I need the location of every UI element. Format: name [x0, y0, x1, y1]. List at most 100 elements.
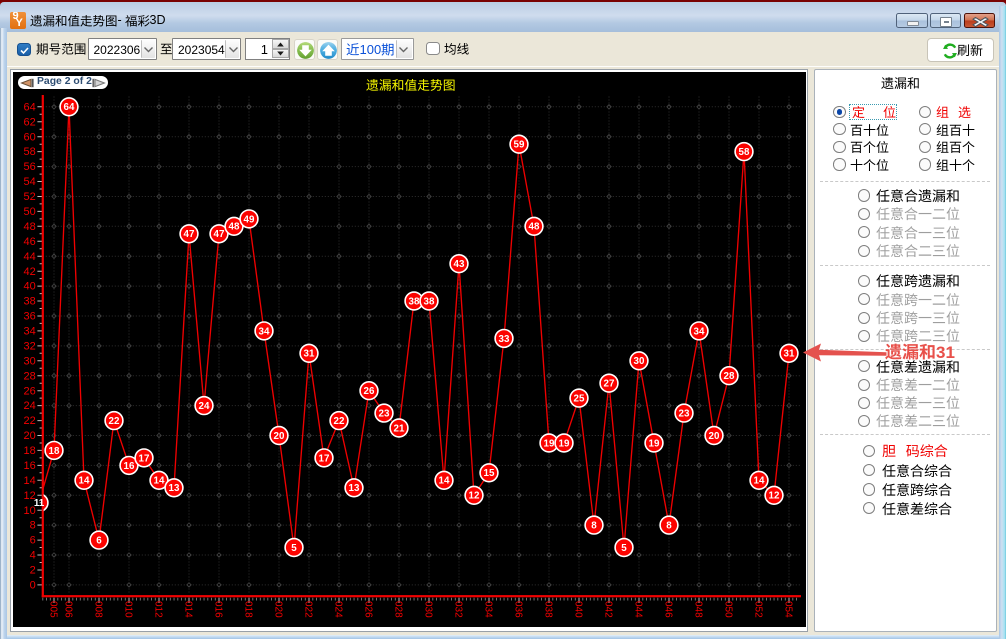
- svg-text:6: 6: [30, 535, 36, 547]
- svg-text:24: 24: [199, 401, 210, 412]
- svg-text:5: 5: [621, 543, 627, 554]
- svg-text:005: 005: [48, 601, 59, 618]
- svg-text:58: 58: [739, 147, 750, 158]
- svg-text:58: 58: [24, 146, 36, 158]
- svg-text:52: 52: [24, 191, 36, 203]
- svg-text:008: 008: [93, 601, 104, 618]
- svg-text:17: 17: [319, 453, 330, 464]
- svg-text:038: 038: [543, 601, 554, 618]
- svg-text:34: 34: [694, 326, 705, 337]
- svg-text:19: 19: [649, 438, 660, 449]
- svg-text:16: 16: [124, 461, 135, 472]
- svg-text:59: 59: [514, 140, 525, 151]
- svg-text:56: 56: [24, 161, 36, 173]
- svg-text:046: 046: [663, 601, 674, 618]
- svg-text:054: 054: [783, 601, 794, 618]
- svg-text:47: 47: [184, 229, 195, 240]
- svg-text:14: 14: [24, 475, 36, 487]
- svg-text:14: 14: [154, 476, 165, 487]
- svg-text:2: 2: [30, 565, 36, 577]
- svg-text:022: 022: [303, 601, 314, 618]
- svg-text:050: 050: [723, 601, 734, 618]
- svg-text:8: 8: [30, 520, 36, 532]
- svg-text:47: 47: [214, 229, 225, 240]
- svg-text:12: 12: [469, 491, 480, 502]
- svg-text:25: 25: [574, 394, 585, 405]
- svg-text:23: 23: [379, 409, 390, 420]
- svg-text:19: 19: [544, 438, 555, 449]
- svg-text:38: 38: [424, 296, 435, 307]
- svg-text:042: 042: [603, 601, 614, 618]
- svg-text:62: 62: [24, 116, 36, 128]
- svg-text:24: 24: [24, 400, 36, 412]
- svg-text:60: 60: [24, 131, 36, 143]
- svg-text:48: 48: [229, 222, 240, 233]
- svg-text:42: 42: [24, 266, 36, 278]
- svg-text:15: 15: [484, 468, 495, 479]
- svg-text:33: 33: [499, 334, 510, 345]
- svg-text:31: 31: [304, 349, 315, 360]
- svg-text:19: 19: [559, 438, 570, 449]
- svg-text:30: 30: [24, 355, 36, 367]
- svg-text:64: 64: [64, 102, 75, 113]
- svg-text:32: 32: [24, 341, 36, 353]
- svg-text:12: 12: [769, 491, 780, 502]
- svg-text:28: 28: [24, 370, 36, 382]
- svg-text:22: 22: [24, 415, 36, 427]
- svg-text:0: 0: [30, 580, 36, 592]
- svg-text:23: 23: [679, 409, 690, 420]
- svg-text:18: 18: [49, 446, 60, 457]
- svg-text:48: 48: [529, 222, 540, 233]
- svg-text:46: 46: [24, 236, 36, 248]
- svg-text:36: 36: [24, 311, 36, 323]
- svg-text:49: 49: [244, 214, 255, 225]
- svg-text:54: 54: [24, 176, 36, 188]
- svg-text:14: 14: [439, 476, 450, 487]
- svg-text:036: 036: [513, 601, 524, 618]
- svg-text:30: 30: [634, 356, 645, 367]
- svg-text:052: 052: [753, 601, 764, 618]
- svg-text:22: 22: [334, 416, 345, 427]
- svg-text:27: 27: [604, 379, 615, 390]
- svg-text:010: 010: [123, 601, 134, 618]
- svg-text:43: 43: [454, 259, 465, 270]
- svg-text:034: 034: [483, 601, 494, 618]
- svg-text:006: 006: [63, 601, 74, 618]
- svg-text:21: 21: [394, 423, 405, 434]
- svg-text:028: 028: [393, 601, 404, 618]
- svg-text:4: 4: [30, 550, 36, 562]
- svg-text:26: 26: [24, 385, 36, 397]
- svg-text:8: 8: [666, 521, 672, 532]
- svg-text:018: 018: [243, 601, 254, 618]
- svg-text:026: 026: [363, 601, 374, 618]
- svg-text:34: 34: [24, 326, 36, 338]
- svg-text:048: 048: [693, 601, 704, 618]
- svg-text:34: 34: [259, 326, 270, 337]
- svg-text:28: 28: [724, 371, 735, 382]
- svg-text:18: 18: [24, 445, 36, 457]
- svg-text:14: 14: [754, 476, 765, 487]
- svg-text:16: 16: [24, 460, 36, 472]
- svg-text:024: 024: [333, 601, 344, 618]
- svg-text:012: 012: [153, 601, 164, 618]
- svg-text:5: 5: [291, 543, 297, 554]
- svg-text:11: 11: [34, 498, 45, 509]
- svg-text:20: 20: [709, 431, 720, 442]
- svg-text:032: 032: [453, 601, 464, 618]
- svg-text:13: 13: [349, 483, 360, 494]
- svg-text:20: 20: [24, 430, 36, 442]
- svg-text:8: 8: [591, 521, 597, 532]
- svg-text:22: 22: [109, 416, 120, 427]
- svg-text:40: 40: [24, 281, 36, 293]
- svg-text:26: 26: [364, 386, 375, 397]
- svg-text:50: 50: [24, 206, 36, 218]
- svg-text:64: 64: [24, 101, 36, 113]
- svg-text:016: 016: [213, 601, 224, 618]
- svg-text:020: 020: [273, 601, 284, 618]
- svg-text:20: 20: [274, 431, 285, 442]
- svg-text:6: 6: [96, 536, 102, 547]
- svg-text:014: 014: [183, 601, 194, 618]
- svg-text:040: 040: [573, 601, 584, 618]
- svg-text:38: 38: [409, 296, 420, 307]
- svg-text:44: 44: [24, 251, 36, 263]
